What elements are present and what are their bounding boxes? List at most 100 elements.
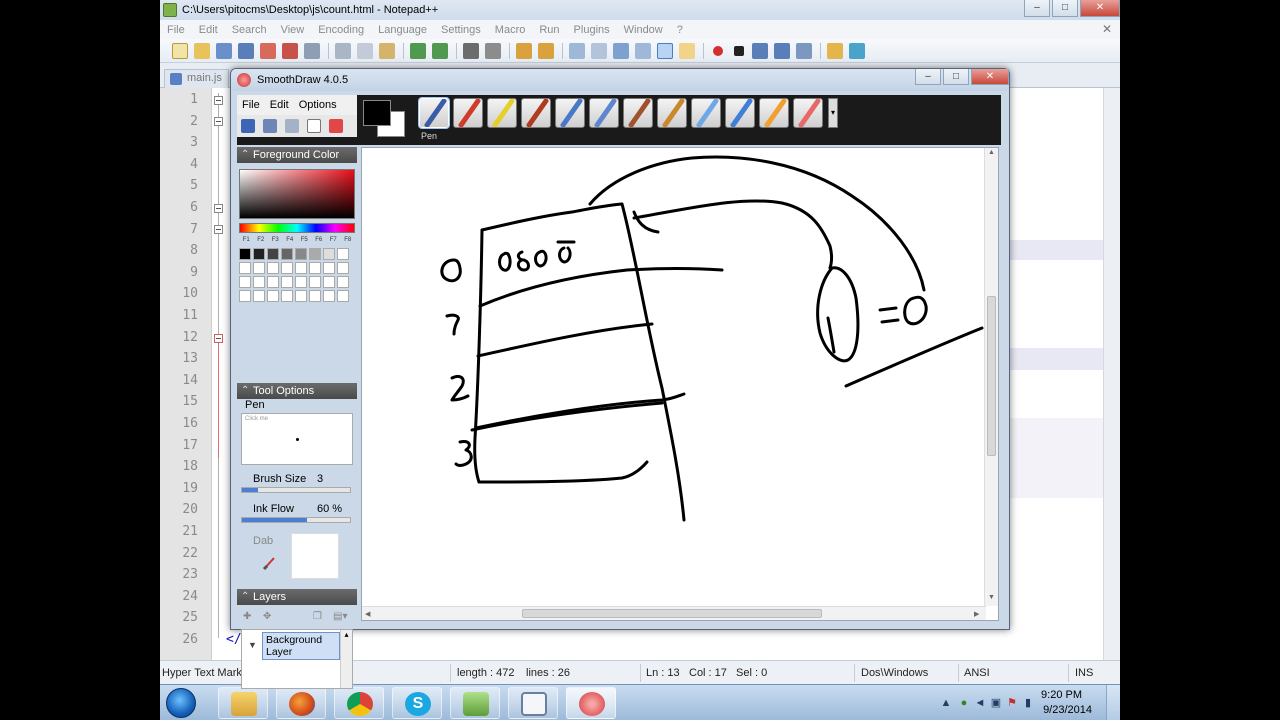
play-macro-icon[interactable]	[752, 42, 768, 59]
menu-edit[interactable]: Edit	[192, 24, 225, 36]
scroll-down-icon[interactable]: ▼	[988, 594, 995, 601]
open-folder-icon[interactable]	[194, 42, 210, 59]
duplicate-layer-icon[interactable]: ❐	[313, 611, 322, 622]
indent-guide-icon[interactable]	[635, 42, 651, 59]
taskbar-app-chrome[interactable]	[334, 687, 384, 719]
paste-icon[interactable]	[379, 42, 395, 59]
clock-date[interactable]: 9/23/2014	[1043, 704, 1092, 716]
menu-encoding[interactable]: Encoding	[311, 24, 371, 36]
new-file-icon[interactable]	[172, 42, 188, 59]
palette-swatch[interactable]	[253, 262, 265, 274]
palette-swatch[interactable]	[323, 276, 335, 288]
undo-icon[interactable]	[263, 119, 277, 133]
palette-swatch[interactable]	[281, 248, 293, 260]
print-icon[interactable]	[304, 42, 320, 59]
palette-swatch[interactable]	[239, 290, 251, 302]
stop-macro-icon[interactable]	[734, 45, 744, 56]
palette-swatch[interactable]	[267, 248, 279, 260]
tool-options-header[interactable]: Tool Options	[237, 383, 357, 399]
menu-search[interactable]: Search	[225, 24, 274, 36]
maximize-button[interactable]: □	[1052, 0, 1078, 17]
taskbar-app-notepadpp[interactable]	[450, 687, 500, 719]
brush-marker[interactable]	[555, 98, 585, 128]
taskbar-app-window[interactable]	[508, 687, 558, 719]
palette-swatch[interactable]	[267, 262, 279, 274]
color-picker[interactable]	[239, 169, 355, 219]
record-macro-icon[interactable]	[713, 45, 723, 56]
foreground-color-header[interactable]: Foreground Color	[237, 147, 357, 163]
copy-icon[interactable]	[357, 42, 373, 59]
tray-app-icon[interactable]: ●	[958, 697, 970, 709]
taskbar-app-firefox[interactable]	[276, 687, 326, 719]
user-lang-icon[interactable]	[657, 42, 673, 59]
sync-scroll-icon[interactable]	[569, 42, 585, 59]
clock-time[interactable]: 9:20 PM	[1041, 689, 1082, 701]
start-button[interactable]	[166, 688, 196, 718]
canvas-vertical-thumb[interactable]	[987, 296, 996, 456]
tray-expand-icon[interactable]: ▲	[940, 697, 952, 709]
sd-menu-file[interactable]: File	[237, 99, 265, 111]
brush-oil[interactable]	[657, 98, 687, 128]
palette-swatch[interactable]	[295, 248, 307, 260]
palette-swatch[interactable]	[337, 276, 349, 288]
doc-map-icon[interactable]	[679, 42, 695, 59]
add-layer-icon[interactable]: ✚	[243, 611, 251, 622]
palette-swatch[interactable]	[295, 290, 307, 302]
close-all-icon[interactable]	[282, 42, 298, 59]
menu-plugins[interactable]: Plugins	[567, 24, 617, 36]
layer-visibility-icon[interactable]: ▼	[248, 640, 257, 650]
fold-toggle-icon[interactable]	[214, 204, 223, 213]
brush-blur[interactable]	[725, 98, 755, 128]
brush-pen[interactable]	[419, 98, 449, 128]
palette-swatch[interactable]	[323, 262, 335, 274]
palette-swatch[interactable]	[337, 290, 349, 302]
fold-toggle-icon[interactable]	[214, 117, 223, 126]
palette-swatch[interactable]	[323, 248, 335, 260]
palette-swatch[interactable]	[281, 276, 293, 288]
fold-toggle-icon[interactable]	[214, 96, 223, 105]
new-page-icon[interactable]	[307, 119, 321, 133]
taskbar-app-explorer[interactable]	[218, 687, 268, 719]
menu-window[interactable]: Window	[617, 24, 670, 36]
close-document-icon[interactable]: ✕	[1102, 22, 1112, 36]
palette-swatch[interactable]	[253, 276, 265, 288]
palette-swatch[interactable]	[337, 248, 349, 260]
scroll-right-icon[interactable]: ▶	[974, 610, 979, 618]
filter-icon[interactable]	[849, 42, 865, 59]
sd-menu-options[interactable]: Options	[294, 99, 342, 111]
close-button[interactable]: ✕	[971, 69, 1009, 85]
action-center-icon[interactable]: ⚑	[1006, 697, 1018, 709]
run-macro-multiple-icon[interactable]	[774, 42, 790, 59]
foreground-color-swatch[interactable]	[363, 100, 391, 126]
taskbar-app-skype[interactable]: S	[392, 687, 442, 719]
brush-paint[interactable]	[623, 98, 653, 128]
power-icon[interactable]: ▮	[1022, 697, 1034, 709]
clear-icon[interactable]	[329, 119, 343, 133]
palette-swatch[interactable]	[295, 262, 307, 274]
palette-swatch[interactable]	[253, 248, 265, 260]
menu-help[interactable]: ?	[670, 24, 690, 36]
layer-menu-icon[interactable]: ▤▾	[333, 611, 347, 622]
dab-preview[interactable]	[291, 533, 339, 579]
cut-icon[interactable]	[335, 42, 351, 59]
zoom-out-icon[interactable]	[538, 42, 554, 59]
plugin-icon[interactable]	[827, 42, 843, 59]
canvas-horizontal-scrollbar[interactable]: ◀ ▶	[362, 606, 986, 620]
scroll-left-icon[interactable]: ◀	[365, 610, 370, 618]
brush-preview[interactable]: Click me	[241, 413, 353, 465]
editor-scrollbar[interactable]	[1103, 88, 1120, 660]
brush-water[interactable]	[691, 98, 721, 128]
layer-item-background[interactable]: Background Layer	[262, 632, 340, 660]
minimize-button[interactable]: –	[915, 69, 941, 85]
tab-main-js[interactable]: main.js	[164, 69, 229, 88]
minimize-button[interactable]: –	[1024, 0, 1050, 17]
maximize-button[interactable]: □	[943, 69, 969, 85]
network-icon[interactable]: ▣	[990, 697, 1002, 709]
menu-language[interactable]: Language	[371, 24, 434, 36]
close-button[interactable]: ✕	[1080, 0, 1120, 17]
move-layer-icon[interactable]: ✥	[263, 611, 271, 622]
palette-swatch[interactable]	[309, 262, 321, 274]
palette-swatch[interactable]	[295, 276, 307, 288]
save-icon[interactable]	[241, 119, 255, 133]
palette-swatch[interactable]	[337, 262, 349, 274]
